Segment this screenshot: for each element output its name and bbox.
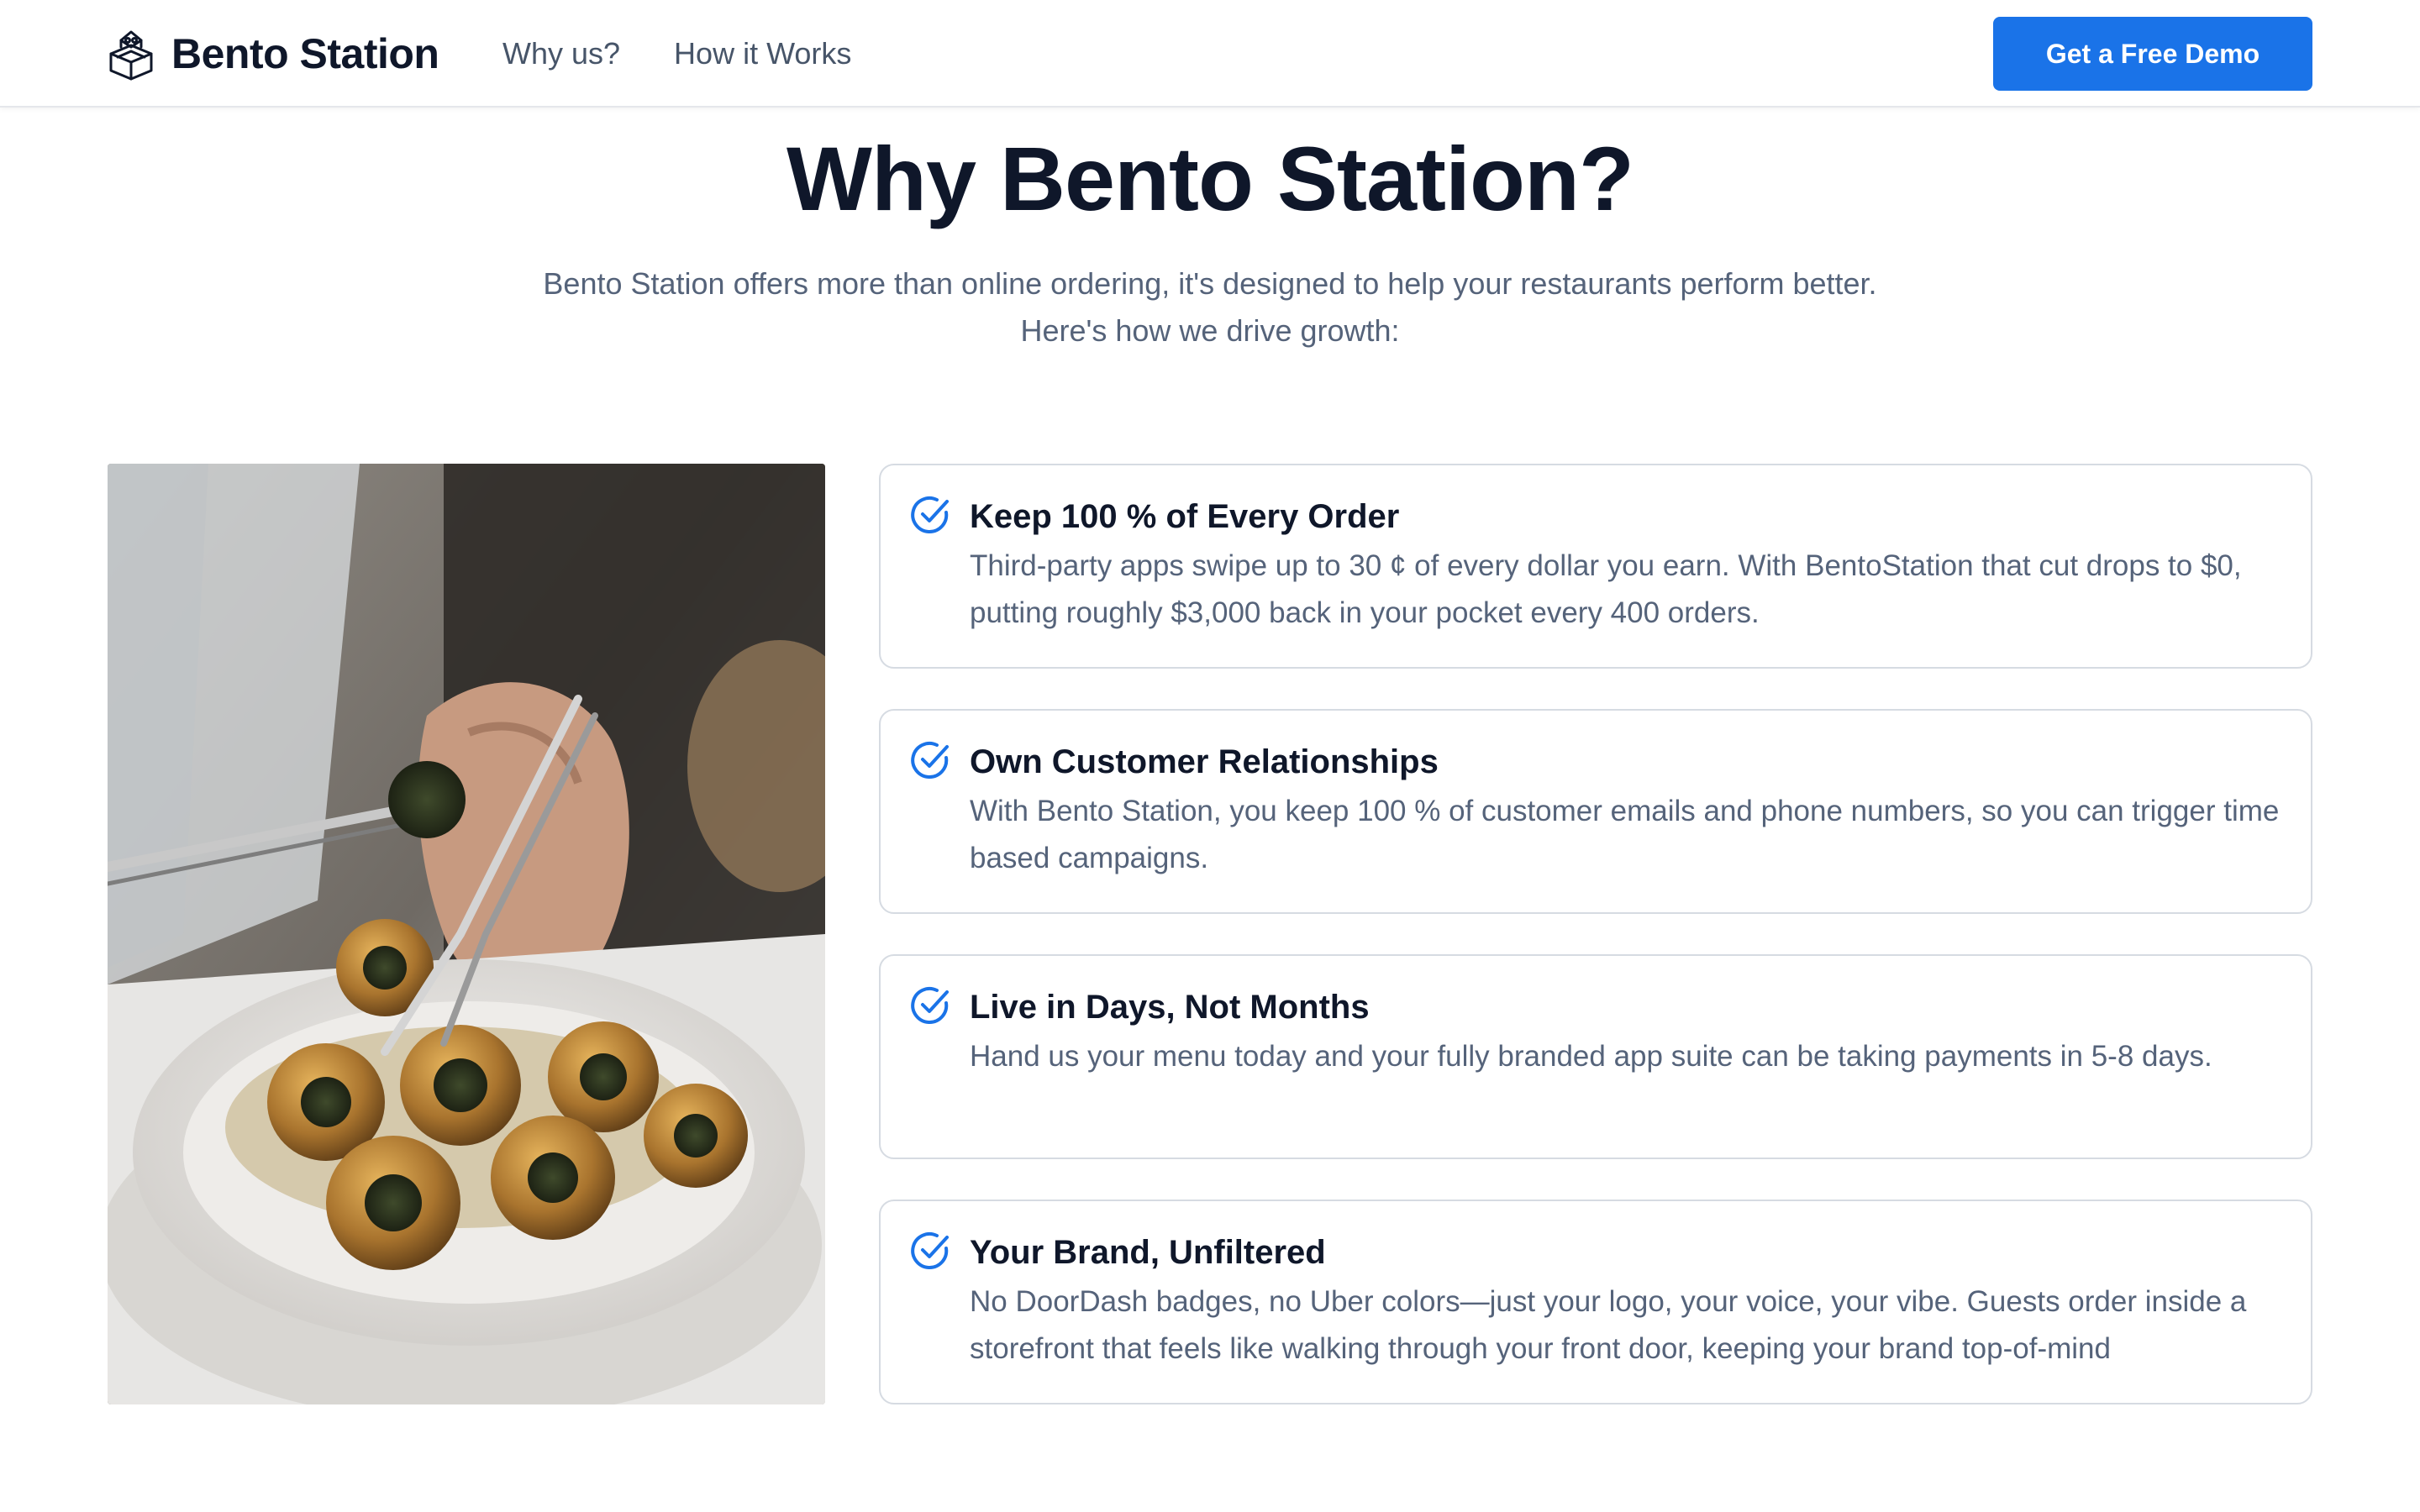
feature-description: No DoorDash badges, no Uber colors—just … <box>970 1285 2247 1365</box>
feature-card: Live in Days, Not Months Hand us your me… <box>879 954 2312 1159</box>
nav-link-how-it-works[interactable]: How it Works <box>674 36 851 71</box>
bento-box-icon <box>106 24 156 84</box>
feature-description: Hand us your menu today and your fully b… <box>970 1040 2212 1073</box>
feature-list: Keep 100 % of Every Order Third-party ap… <box>879 464 2312 1404</box>
nav-link-why-us[interactable]: Why us? <box>502 36 620 71</box>
top-navigation: Bento Station Why us? How it Works Get a… <box>0 0 2420 108</box>
feature-title: Own Customer Relationships <box>970 743 1439 780</box>
nav-links: Why us? How it Works <box>502 30 851 77</box>
escargot-dish-photo <box>108 464 825 1404</box>
page-title: Why Bento Station? <box>786 128 1634 229</box>
feature-card: Your Brand, Unfiltered No DoorDash badge… <box>879 1200 2312 1404</box>
feature-title: Keep 100 % of Every Order <box>970 498 1400 535</box>
check-circle-icon <box>911 496 949 533</box>
brand-name: Bento Station <box>171 30 439 77</box>
check-circle-icon <box>911 987 949 1024</box>
get-free-demo-button[interactable]: Get a Free Demo <box>1993 17 2312 91</box>
feature-description: With Bento Station, you keep 100 % of cu… <box>970 795 2280 874</box>
brand-link[interactable]: Bento Station <box>106 24 439 84</box>
feature-card: Keep 100 % of Every Order Third-party ap… <box>879 464 2312 669</box>
feature-card: Own Customer Relationships With Bento St… <box>879 709 2312 914</box>
check-circle-icon <box>911 742 949 779</box>
feature-description: Third-party apps swipe up to 30 ¢ of eve… <box>970 549 2242 629</box>
page-subtitle: Bento Station offers more than online or… <box>543 266 1877 348</box>
feature-title: Your Brand, Unfiltered <box>970 1234 1326 1271</box>
check-circle-icon <box>911 1232 949 1269</box>
feature-title: Live in Days, Not Months <box>970 989 1370 1026</box>
